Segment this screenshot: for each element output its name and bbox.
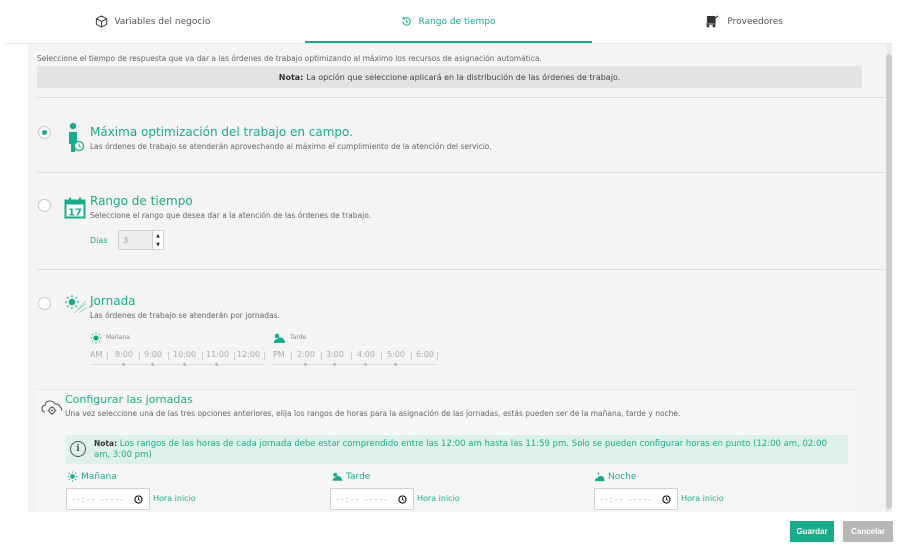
shift-label-text: Noche <box>608 471 637 482</box>
stepper-up-icon[interactable]: ▲ <box>153 231 163 240</box>
time-range-panel: Seleccione el tiempo de respuesta que va… <box>28 44 886 512</box>
timeline-afternoon-label: Tarde <box>290 334 307 341</box>
timeline-am-marker: AM <box>90 350 103 359</box>
config-note: i Nota: Los rangos de las horas de cada … <box>66 435 848 464</box>
config-desc: Una vez seleccione una de las tres opcio… <box>65 409 681 418</box>
shift-label-noche: Noche <box>594 471 636 482</box>
timeline-hour[interactable]: 3:00 <box>326 350 344 359</box>
panel-scrollbar[interactable] <box>886 44 892 512</box>
tab-proveedores[interactable]: Proveedores <box>596 0 892 43</box>
option-title-jornada: Jornada <box>90 294 136 308</box>
timeline-hour[interactable]: 4:00 <box>357 350 375 359</box>
dias-value: 3 <box>123 235 129 245</box>
tab-label: Variables del negocio <box>114 16 211 27</box>
note-prefix: Nota: <box>278 72 304 82</box>
clock-icon[interactable] <box>134 494 143 504</box>
shift-label-text: Tarde <box>346 471 371 482</box>
dias-stepper[interactable]: 3 ▲ ▼ <box>118 230 164 250</box>
cart-icon <box>706 15 719 28</box>
field-worker-icon <box>69 122 85 152</box>
option-title-maxima: Máxima optimización del trabajo en campo… <box>90 125 353 139</box>
dias-label: Días <box>90 236 108 245</box>
radio-jornada[interactable] <box>38 297 51 310</box>
config-jornadas-section: Configurar las jornadas Una vez seleccio… <box>37 389 857 512</box>
cloud-gear-icon <box>41 400 63 415</box>
calendar-day: 17 <box>68 208 82 219</box>
scrollbar-thumb[interactable] <box>886 54 892 509</box>
timeline-am: AM 8:00 9:00 10:00 11:00 12:00 <box>90 350 265 370</box>
divider <box>37 172 886 173</box>
partly-cloudy-icon <box>274 333 286 343</box>
shift-label-tarde: Tarde <box>331 471 370 482</box>
cancel-button[interactable]: Cancelar <box>843 521 893 542</box>
save-button[interactable]: Guardar <box>790 521 834 542</box>
info-icon: i <box>70 441 86 457</box>
sun-weather-icon <box>65 295 88 314</box>
radio-rango-de-tiempo[interactable] <box>38 199 51 212</box>
time-placeholder: --:-- ----- <box>71 494 124 504</box>
timeline-hour[interactable]: 5:00 <box>387 350 405 359</box>
tab-bar: Variables del negocio Rango de tiempo Pr… <box>5 0 892 44</box>
stepper-down-icon[interactable]: ▼ <box>153 240 163 249</box>
radio-maxima-optimizacion[interactable] <box>38 126 51 139</box>
config-title: Configurar las jornadas <box>65 393 193 406</box>
option-title-rango: Rango de tiempo <box>90 194 193 208</box>
timeline-hour[interactable]: 11:00 <box>206 350 229 359</box>
night-icon <box>594 471 605 482</box>
tab-variables-del-negocio[interactable]: Variables del negocio <box>5 0 301 43</box>
hora-inicio-label: Hora inicio <box>153 494 196 503</box>
clock-icon[interactable] <box>398 494 407 504</box>
option-desc-rango: Seleccione el rango que desea dar a la a… <box>90 211 372 220</box>
timeline-pm: PM 2:00 3:00 4:00 5:00 6:00 <box>273 350 438 370</box>
time-placeholder: --:-- ----- <box>599 494 652 504</box>
timeline-hour[interactable]: 10:00 <box>173 350 196 359</box>
intro-text: Seleccione el tiempo de respuesta que va… <box>37 54 542 63</box>
config-note-text: Los rangos de las horas de cada jornada … <box>94 439 827 460</box>
note-text: La opción que seleccione aplicará en la … <box>306 72 621 82</box>
timeline-pm-marker: PM <box>273 350 285 359</box>
timeline-hour[interactable]: 2:00 <box>297 350 315 359</box>
note-banner: Nota: La opción que seleccione aplicará … <box>37 66 862 88</box>
shift-label-text: Mañana <box>81 471 117 482</box>
timeline-hour[interactable]: 9:00 <box>144 350 162 359</box>
option-desc-maxima: Las órdenes de trabajo se atenderán apro… <box>90 142 492 151</box>
shift-label-manana: Mañana <box>67 471 117 482</box>
time-placeholder: --:-- ----- <box>335 494 388 504</box>
noche-time-input[interactable]: --:-- ----- <box>594 488 678 510</box>
config-note-prefix: Nota: <box>94 439 118 448</box>
timeline-hour[interactable]: 6:00 <box>416 350 434 359</box>
calendar-icon: 17 <box>64 197 86 219</box>
timeline-hour[interactable]: 12:00 <box>237 350 260 359</box>
timeline-hour[interactable]: 8:00 <box>115 350 133 359</box>
tarde-time-input[interactable]: --:-- ----- <box>330 488 414 510</box>
history-icon <box>402 16 412 26</box>
sun-icon <box>67 471 78 482</box>
sun-icon <box>90 332 102 344</box>
cube-icon <box>96 15 108 28</box>
manana-time-input[interactable]: --:-- ----- <box>66 488 150 510</box>
hora-inicio-label: Hora inicio <box>417 494 460 503</box>
tab-label: Rango de tiempo <box>418 16 496 27</box>
option-desc-jornada: Las órdenes de trabajo se atenderán por … <box>90 311 280 320</box>
clock-icon[interactable] <box>662 494 671 504</box>
tab-label: Proveedores <box>727 16 783 27</box>
divider <box>37 97 886 98</box>
timeline-morning-label: Mañana <box>106 334 130 341</box>
hora-inicio-label: Hora inicio <box>681 494 724 503</box>
partly-cloudy-icon <box>332 472 343 481</box>
tab-rango-de-tiempo[interactable]: Rango de tiempo <box>301 0 597 43</box>
divider <box>37 269 886 270</box>
